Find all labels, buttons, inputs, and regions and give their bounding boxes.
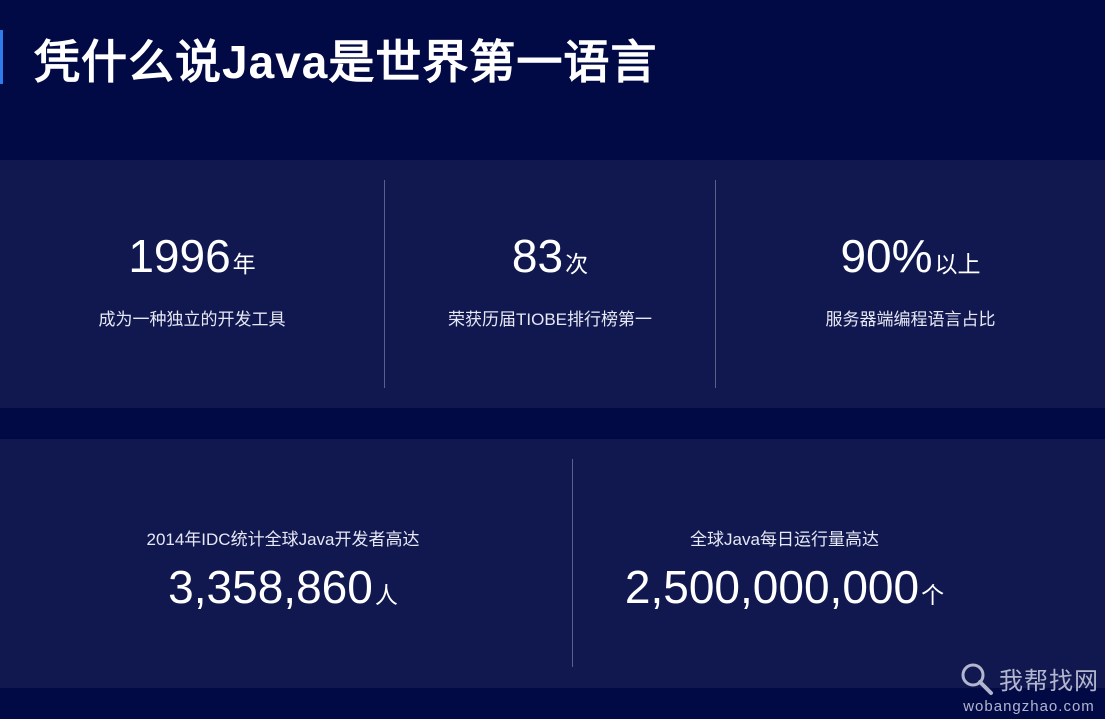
stat-description: 荣获历届TIOBE排行榜第一 — [447, 310, 652, 329]
magnifier-icon — [961, 663, 993, 695]
stat-number: 83 — [511, 230, 564, 282]
stat-number: 1996 — [128, 230, 231, 282]
stat-tiobe: 83次 荣获历届TIOBE排行榜第一 — [385, 233, 715, 330]
stat-unit: 以上 — [934, 251, 981, 277]
stat-unit: 年 — [232, 251, 256, 277]
stat-server-share: 90%以上 服务器端编程语言占比 — [716, 233, 1105, 330]
stat-description: 成为一种独立的开发工具 — [98, 310, 286, 329]
stat-description: 全球Java每日运行量高达 — [690, 530, 879, 549]
watermark: 我帮找网 wobangzhao.com — [959, 661, 1099, 715]
stat-value: 83次 — [385, 233, 715, 279]
stat-value: 90%以上 — [716, 233, 1105, 279]
stat-unit: 人 — [374, 582, 398, 608]
stat-unit: 个 — [921, 582, 945, 608]
watermark-name: 我帮找网 — [999, 668, 1099, 695]
stat-number: 90% — [840, 230, 933, 282]
stat-value: 1996年 — [0, 233, 384, 279]
stats-panel-top: 1996年 成为一种独立的开发工具 83次 荣获历届TIOBE排行榜第一 90%… — [0, 160, 1105, 408]
stats-panel-bottom: 2014年IDC统计全球Java开发者高达 3,358,860人 全球Java每… — [0, 439, 1105, 688]
stat-unit: 次 — [565, 251, 589, 277]
stat-value: 2,500,000,000个 — [418, 564, 1105, 610]
page-title: 凭什么说Java是世界第一语言 — [34, 36, 658, 88]
watermark-url: wobangzhao.com — [963, 698, 1095, 715]
stat-year: 1996年 成为一种独立的开发工具 — [0, 233, 384, 330]
stat-description: 服务器端编程语言占比 — [825, 310, 996, 329]
stat-number: 3,358,860 — [168, 561, 373, 613]
title-accent-bar — [0, 30, 3, 84]
stat-daily-runs: 全球Java每日运行量高达 2,500,000,000个 — [573, 525, 1105, 610]
stat-number: 2,500,000,000 — [624, 561, 920, 613]
